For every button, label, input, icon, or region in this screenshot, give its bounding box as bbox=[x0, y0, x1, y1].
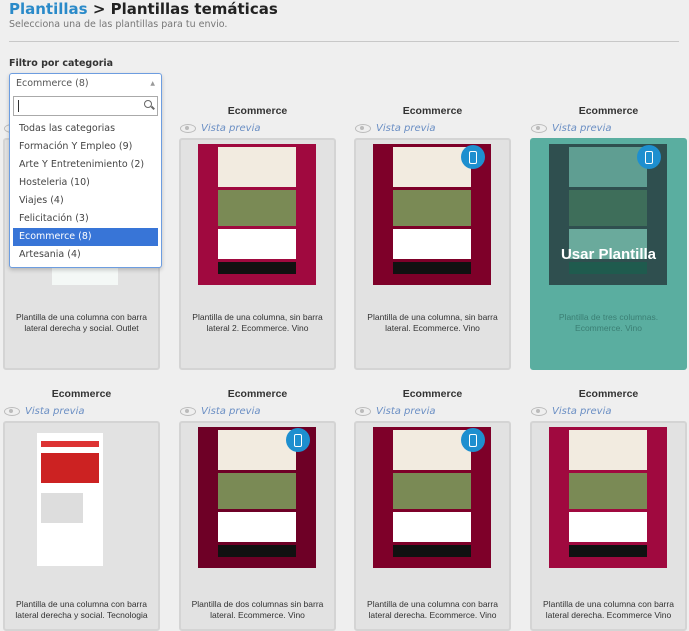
page-title-text: Plantillas temáticas bbox=[110, 0, 278, 18]
mobile-responsive-icon bbox=[637, 145, 661, 169]
template-category: Ecommerce bbox=[51, 388, 112, 400]
preview-link[interactable]: Vista previa bbox=[180, 123, 261, 134]
template-thumbnail bbox=[549, 427, 667, 568]
category-option[interactable]: Felicitación (3) bbox=[13, 210, 158, 228]
category-option[interactable]: Viajes (4) bbox=[13, 192, 158, 210]
category-option[interactable]: Hosteleria (10) bbox=[13, 174, 158, 192]
mobile-responsive-icon bbox=[286, 428, 310, 452]
mobile-responsive-icon bbox=[461, 145, 485, 169]
template-category: Ecommerce bbox=[402, 388, 463, 400]
category-search-input[interactable] bbox=[13, 96, 158, 116]
template-description: Plantilla de una columna con barra later… bbox=[543, 599, 674, 620]
category-filter-dropdown[interactable]: Ecommerce (8) ▲ Todas las categorias Forma… bbox=[9, 73, 162, 268]
search-icon bbox=[144, 100, 152, 108]
preview-label: Vista previa bbox=[376, 123, 436, 134]
category-option[interactable]: Artesania (4) bbox=[13, 246, 158, 264]
template-card[interactable]: Plantilla de una columna con barra later… bbox=[354, 421, 511, 631]
breadcrumb-separator: > bbox=[87, 0, 111, 18]
category-option[interactable]: Arte Y Entretenimiento (2) bbox=[13, 156, 158, 174]
template-description: Plantilla de una columna con barra later… bbox=[16, 312, 147, 333]
template-category: Ecommerce bbox=[227, 388, 288, 400]
caret-up-icon: ▲ bbox=[150, 80, 155, 87]
template-description: Plantilla de una columna, sin barra late… bbox=[192, 312, 323, 333]
template-category: Ecommerce bbox=[578, 388, 639, 400]
preview-link[interactable]: Vista previa bbox=[355, 123, 436, 134]
preview-label: Vista previa bbox=[25, 406, 85, 417]
preview-label: Vista previa bbox=[552, 406, 612, 417]
eye-icon bbox=[180, 124, 196, 133]
page-subtitle: Selecciona una de las plantillas para tu… bbox=[9, 19, 228, 30]
template-thumbnail bbox=[37, 433, 103, 566]
preview-link[interactable]: Vista previa bbox=[531, 123, 612, 134]
preview-link[interactable]: Vista previa bbox=[531, 406, 612, 417]
text-cursor bbox=[18, 100, 19, 112]
filter-label: Filtro por categoria bbox=[9, 58, 114, 69]
preview-label: Vista previa bbox=[201, 406, 261, 417]
template-description: Plantilla de una columna, sin barra late… bbox=[367, 312, 498, 333]
preview-label: Vista previa bbox=[552, 123, 612, 134]
eye-icon bbox=[4, 407, 20, 416]
eye-icon bbox=[531, 124, 547, 133]
category-option[interactable]: Formación Y Empleo (9) bbox=[13, 138, 158, 156]
eye-icon bbox=[355, 124, 371, 133]
selected-value: Ecommerce (8) bbox=[16, 78, 89, 89]
template-card[interactable]: Plantilla de una columna con barra later… bbox=[3, 421, 160, 631]
preview-link[interactable]: Vista previa bbox=[355, 406, 436, 417]
preview-label: Vista previa bbox=[201, 123, 261, 134]
preview-link[interactable]: Vista previa bbox=[180, 406, 261, 417]
eye-icon bbox=[355, 407, 371, 416]
category-option[interactable]: Ecommerce (8) bbox=[13, 228, 158, 246]
template-description: Plantilla de dos columnas sin barra late… bbox=[191, 599, 324, 620]
mobile-responsive-icon bbox=[461, 428, 485, 452]
divider bbox=[9, 41, 679, 42]
category-option[interactable]: Todas las categorias bbox=[13, 120, 158, 138]
template-card[interactable]: Plantilla de dos columnas sin barra late… bbox=[179, 421, 336, 631]
template-category: Ecommerce bbox=[402, 105, 463, 117]
page-title: Plantillas > Plantillas temáticas bbox=[9, 0, 278, 18]
template-description: Plantilla de una columna con barra later… bbox=[367, 599, 498, 620]
template-description: Plantilla de tres columnas. Ecommerce. V… bbox=[558, 312, 659, 333]
category-select[interactable]: Ecommerce (8) ▲ bbox=[10, 74, 161, 94]
eye-icon bbox=[180, 407, 196, 416]
template-card[interactable]: Plantilla de una columna, sin barra late… bbox=[179, 138, 336, 370]
eye-icon bbox=[531, 407, 547, 416]
preview-label: Vista previa bbox=[376, 406, 436, 417]
use-template-button[interactable]: Usar Plantilla bbox=[532, 246, 685, 263]
breadcrumb-plantillas[interactable]: Plantillas bbox=[9, 0, 88, 18]
template-category: Ecommerce bbox=[578, 105, 639, 117]
preview-link[interactable]: Vista previa bbox=[4, 406, 85, 417]
template-card[interactable]: Plantilla de una columna, sin barra late… bbox=[354, 138, 511, 370]
template-thumbnail bbox=[198, 144, 316, 285]
template-card[interactable]: Plantilla de una columna con barra later… bbox=[530, 421, 687, 631]
template-category: Ecommerce bbox=[227, 105, 288, 117]
template-card[interactable]: Usar Plantilla Plantilla de tres columnas… bbox=[530, 138, 687, 370]
template-description: Plantilla de una columna con barra later… bbox=[15, 599, 148, 620]
